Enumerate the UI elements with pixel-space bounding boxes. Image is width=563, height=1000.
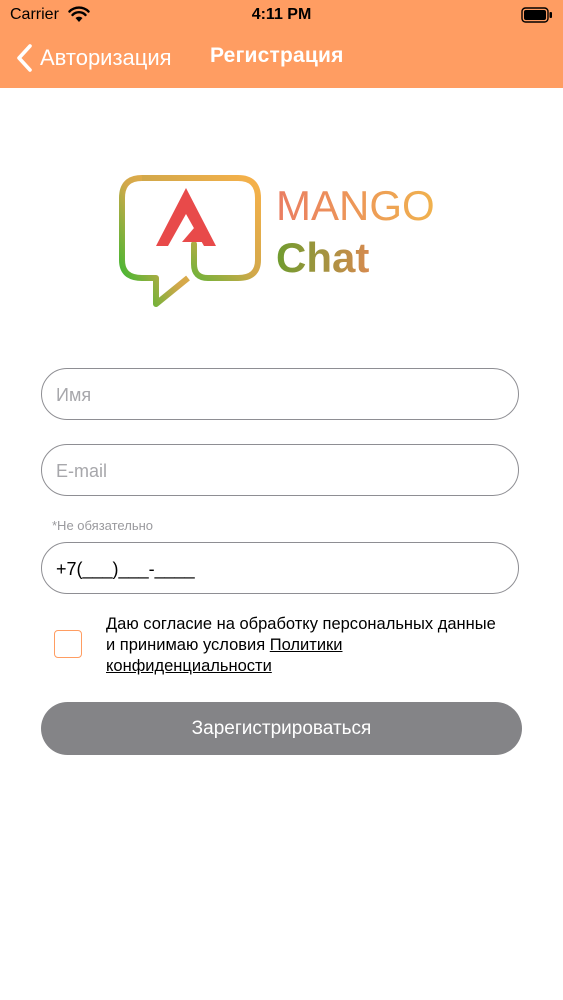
phone-input[interactable] xyxy=(54,543,508,595)
register-button[interactable]: Зарегистрироваться xyxy=(41,702,522,755)
status-bar: Carrier 4:11 PM xyxy=(0,0,563,30)
mango-chat-logo: MANGO Chat xyxy=(119,175,435,307)
chevron-left-icon xyxy=(17,44,32,72)
consent-text: Даю согласие на обработку персональных д… xyxy=(106,614,506,677)
name-field[interactable] xyxy=(41,368,519,421)
battery-icon xyxy=(521,7,552,23)
email-field[interactable] xyxy=(41,444,519,497)
phone-field[interactable] xyxy=(41,542,519,595)
consent-checkbox[interactable] xyxy=(54,630,82,658)
page-title: Регистрация xyxy=(210,44,344,67)
time-label: 4:11 PM xyxy=(251,6,312,23)
logo-chat-text: Chat xyxy=(276,234,369,281)
back-label: Авторизация xyxy=(40,45,172,70)
back-button[interactable]: Авторизация xyxy=(14,40,172,76)
name-input[interactable] xyxy=(54,369,508,421)
navigation-bar: Авторизация Регистрация xyxy=(0,30,563,88)
email-input[interactable] xyxy=(54,445,508,497)
optional-note: *Не обязательно xyxy=(52,518,153,533)
logo-mango-text: MANGO xyxy=(276,182,435,229)
